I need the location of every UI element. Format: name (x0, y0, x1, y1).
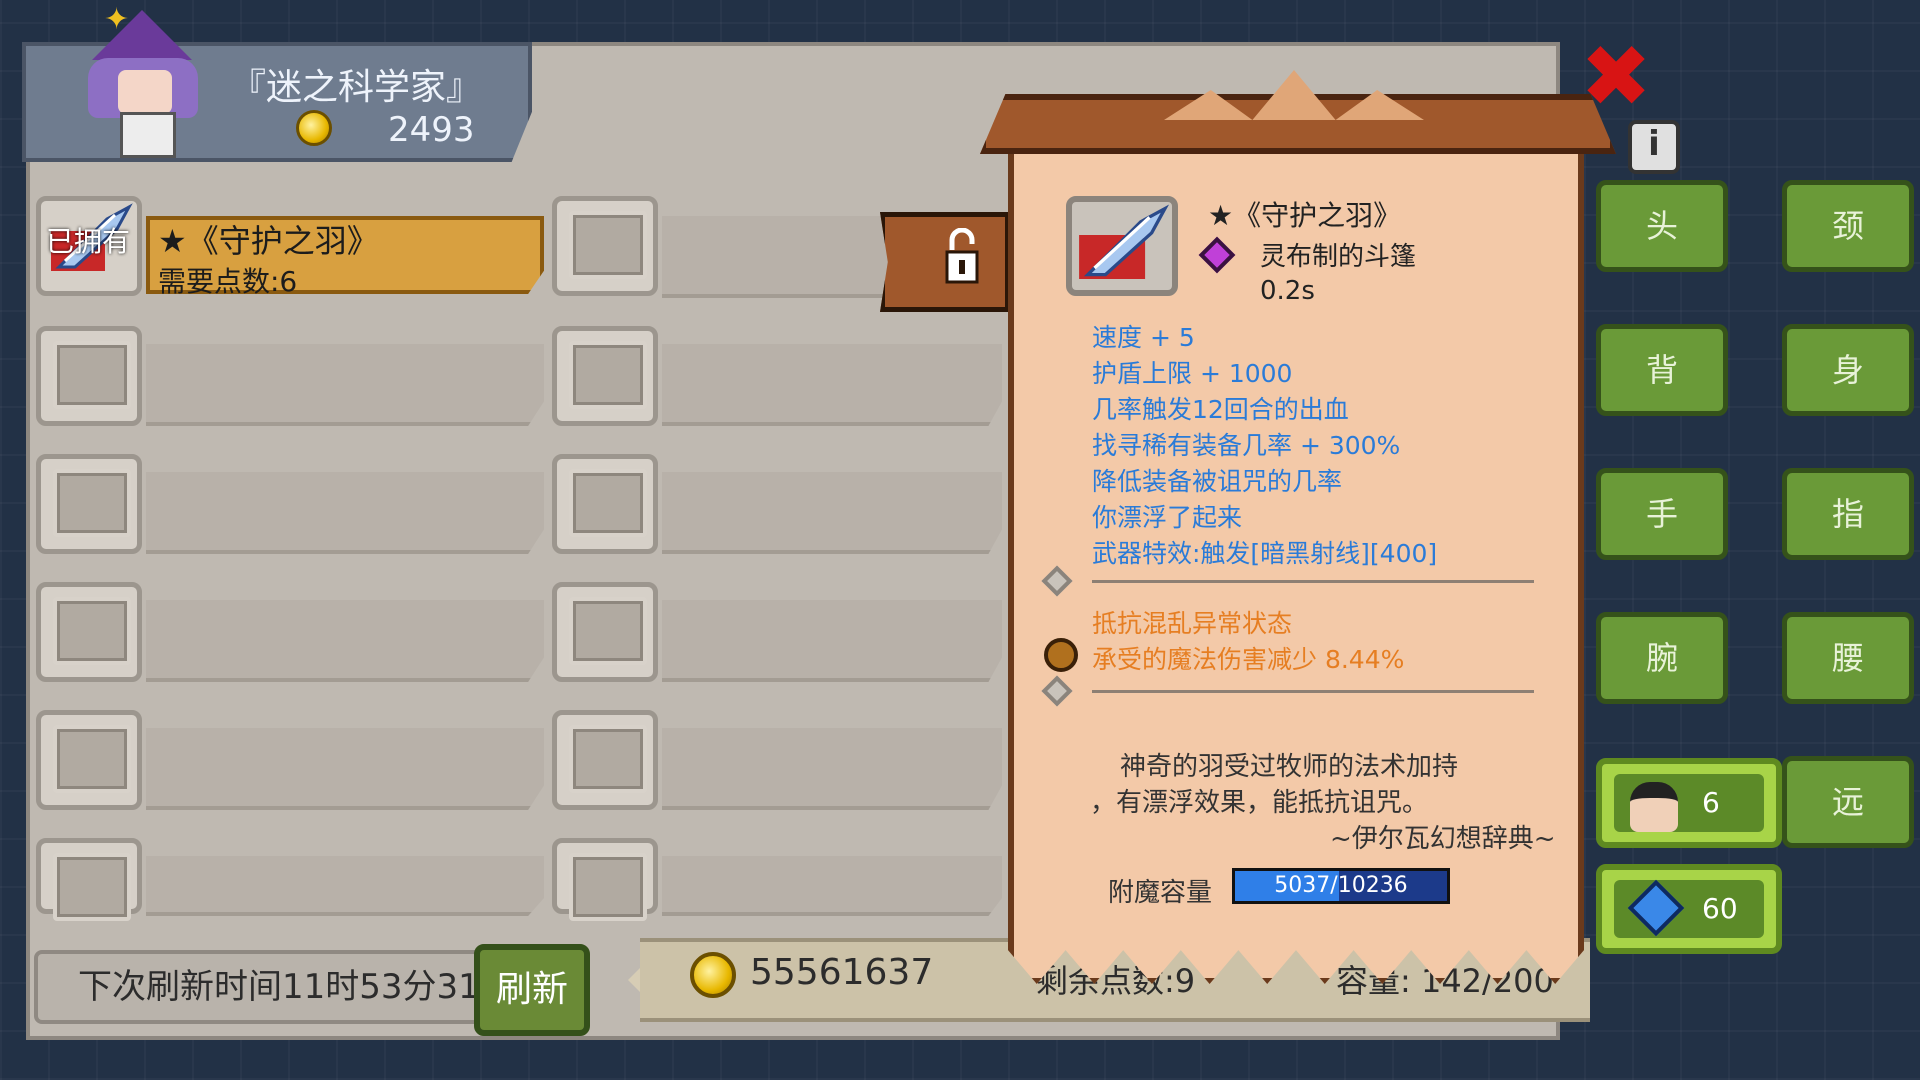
feather-icon (1079, 204, 1170, 279)
robe-shape (120, 112, 176, 158)
gold-coin-icon (690, 952, 736, 998)
equip-slot-finger[interactable]: 指 (1782, 468, 1914, 560)
slot-empty (569, 469, 647, 537)
refresh-button[interactable]: 刷新 (474, 944, 590, 1036)
shop-slot[interactable] (552, 326, 658, 426)
slot-empty (569, 853, 647, 921)
tooltip-item-frame (1066, 196, 1178, 296)
character-face-icon (1630, 782, 1678, 832)
tooltip-item-type: 灵布制的斗篷 (1260, 242, 1417, 272)
tooltip-item-name: ★《守护之羽》 (1208, 199, 1402, 232)
shop-item-bar[interactable] (662, 728, 1002, 810)
stat-line: 武器特效:触发[暗黑射线][400] (1092, 539, 1438, 568)
stat-line: 速度 + 5 (1092, 323, 1195, 352)
equip-slot-hand[interactable]: 手 (1596, 468, 1728, 560)
shop-slot[interactable] (36, 838, 142, 921)
refresh-timer: 下次刷新时间11时53分31 (34, 950, 484, 1024)
info-button[interactable]: i (1628, 120, 1680, 174)
shop-item-bar[interactable] (146, 600, 544, 682)
equip-slot-wrist[interactable]: 腕 (1596, 612, 1728, 704)
enchant-line: 承受的魔法伤害减少 8.44% (1092, 645, 1405, 674)
enchant-capacity-bar: 5037/10236 (1232, 868, 1450, 904)
stat-line: 降低装备被诅咒的几率 (1092, 467, 1343, 496)
slot-empty (569, 597, 647, 665)
enchant-gear-icon (1044, 638, 1078, 672)
character-count-button[interactable]: 6 (1596, 758, 1782, 848)
shop-slot[interactable] (36, 710, 142, 810)
shop-slot[interactable] (36, 582, 142, 682)
points-left: 剩余点数:9 (1036, 962, 1196, 1000)
shop-item-bar[interactable] (662, 344, 1002, 426)
close-icon[interactable]: ✖ (1580, 34, 1652, 120)
shop-slot[interactable] (552, 454, 658, 554)
gem-count: 60 (1702, 892, 1738, 925)
character-count: 6 (1702, 786, 1720, 819)
merchant-avatar: ✦ (40, 0, 198, 160)
coin-icon (296, 110, 332, 146)
shop-item-bar[interactable] (662, 600, 1002, 682)
description-line: ，有漂浮效果，能抵抗诅咒。 (1090, 788, 1429, 818)
shop-slot[interactable] (552, 582, 658, 682)
shop-item-bar[interactable] (146, 344, 544, 426)
equip-slot-waist[interactable]: 腰 (1782, 612, 1914, 704)
separator (1092, 690, 1534, 693)
owned-badge: 已拥有 (46, 225, 131, 258)
slot-empty (569, 211, 647, 279)
merchant-name: 『迷之科学家』 (230, 67, 483, 108)
merchant-coins: 2493 (388, 110, 475, 150)
gold-amount: 55561637 (750, 952, 934, 993)
shop-item-bar[interactable] (146, 856, 544, 916)
slot-empty (53, 725, 131, 793)
slot-empty (53, 469, 131, 537)
selected-item-title: ★《守护之羽》 (158, 222, 379, 260)
separator (1092, 580, 1534, 583)
shop-slot[interactable] (552, 196, 658, 296)
equip-slot-neck[interactable]: 颈 (1782, 180, 1914, 272)
shop-item-bar[interactable] (146, 472, 544, 554)
shop-slot[interactable] (552, 838, 658, 921)
slot-empty (53, 853, 131, 921)
shop-item-bar[interactable] (662, 856, 1002, 916)
slot-empty (569, 725, 647, 793)
hat-star-icon: ✦ (104, 2, 130, 37)
shop-slot[interactable] (552, 710, 658, 810)
gem-count-button[interactable]: 60 (1596, 864, 1782, 954)
equip-slot-ranged[interactable]: 远 (1782, 756, 1914, 848)
description-source: ~伊尔瓦幻想辞典~ (1330, 824, 1556, 854)
stat-line: 几率触发12回合的出血 (1092, 395, 1349, 424)
equip-slot-body[interactable]: 身 (1782, 324, 1914, 416)
slot-empty (569, 341, 647, 409)
stat-line: 找寻稀有装备几率 + 300% (1092, 431, 1401, 460)
shop-item-bar[interactable] (146, 728, 544, 810)
enchant-capacity-label: 附魔容量 (1108, 878, 1213, 908)
equip-slot-head[interactable]: 头 (1596, 180, 1728, 272)
face-shape (118, 70, 172, 114)
slot-empty (53, 597, 131, 665)
tooltip-item-time: 0.2s (1260, 276, 1315, 306)
enchant-line: 抵抗混乱异常状态 (1092, 609, 1293, 638)
equip-slot-back[interactable]: 背 (1596, 324, 1728, 416)
selected-item-cost: 需要点数:6 (158, 265, 298, 298)
shop-item-bar[interactable] (662, 472, 1002, 554)
enchant-capacity-value: 5037/10236 (1274, 873, 1408, 898)
unlock-icon (945, 228, 979, 284)
description-line: 神奇的羽受过牧师的法术加持 (1120, 752, 1459, 782)
shop-slot[interactable] (36, 454, 142, 554)
slot-empty (53, 341, 131, 409)
shop-slot[interactable] (36, 326, 142, 426)
stat-line: 护盾上限 + 1000 (1092, 359, 1293, 388)
stat-line: 你漂浮了起来 (1092, 503, 1243, 532)
